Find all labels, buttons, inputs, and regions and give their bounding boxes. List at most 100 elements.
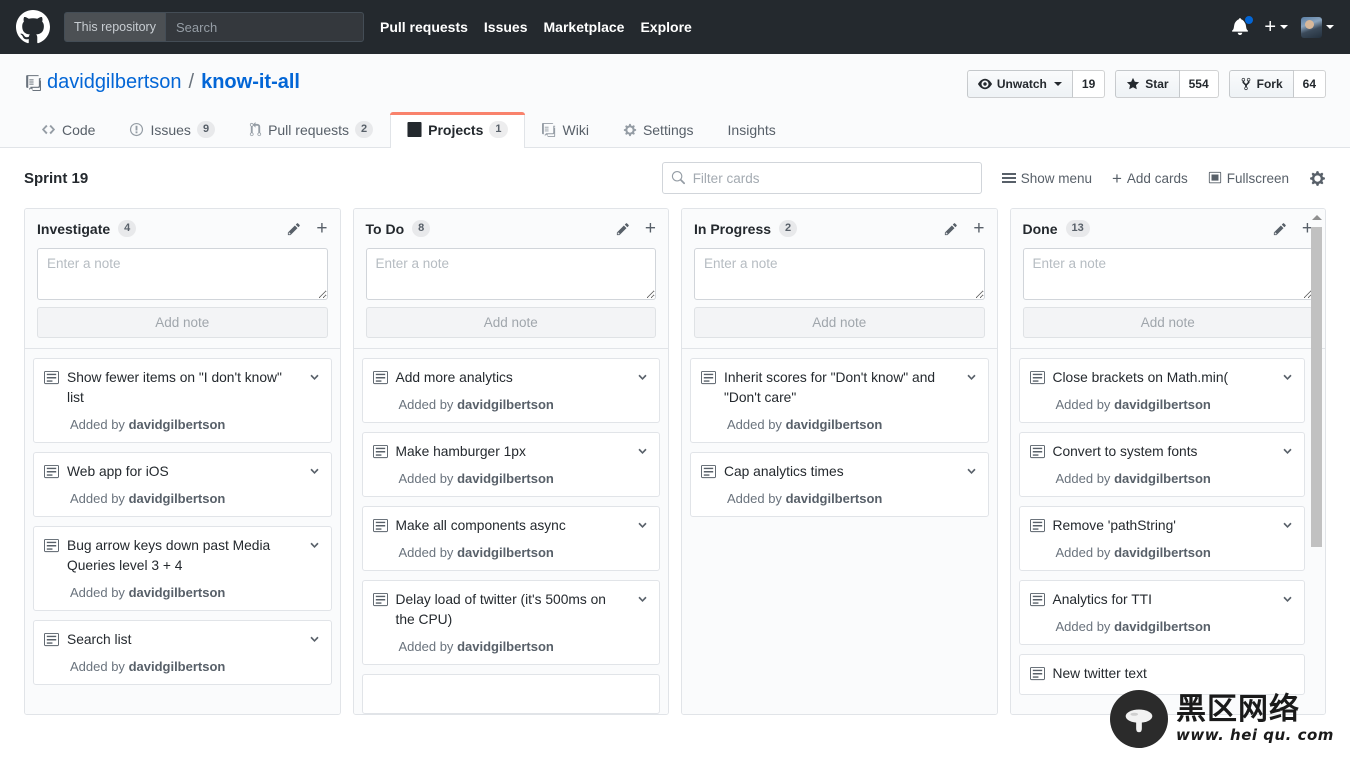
nav-issues[interactable]: Issues — [484, 19, 528, 35]
chevron-down-icon[interactable] — [636, 519, 649, 532]
board-card[interactable]: Cap analytics times Added by davidgilber… — [690, 452, 989, 517]
fullscreen-button[interactable]: Fullscreen — [1208, 171, 1289, 186]
chevron-down-icon[interactable] — [1281, 371, 1294, 384]
add-note-button[interactable]: Add note — [37, 307, 328, 338]
chevron-down-icon[interactable] — [1281, 445, 1294, 458]
column-card-list[interactable]: Show fewer items on "I don't know" list … — [25, 348, 340, 714]
account-menu[interactable] — [1301, 16, 1334, 38]
filter-cards-field[interactable] — [661, 162, 982, 194]
board-card[interactable]: New twitter text — [1018, 654, 1305, 695]
card-author: davidgilbertson — [785, 417, 883, 432]
chevron-down-icon[interactable] — [636, 593, 649, 606]
card-added-by-prefix: Added by — [1055, 545, 1111, 560]
note-input[interactable] — [37, 248, 328, 300]
column-card-list[interactable]: Inherit scores for "Don't know" and "Don… — [682, 348, 997, 714]
filter-cards-input[interactable] — [661, 162, 982, 194]
chevron-down-icon[interactable] — [308, 633, 321, 646]
chevron-down-icon[interactable] — [308, 539, 321, 552]
add-note-button[interactable]: Add note — [1022, 307, 1313, 338]
note-input[interactable] — [1022, 248, 1313, 300]
create-new-menu[interactable]: + — [1264, 17, 1288, 37]
chevron-down-icon[interactable] — [1281, 593, 1294, 606]
scrollbar-thumb[interactable] — [1311, 227, 1322, 547]
chevron-down-icon[interactable] — [1281, 519, 1294, 532]
global-search[interactable]: This repository — [64, 12, 364, 42]
repo-name-link[interactable]: know-it-all — [201, 70, 300, 95]
edit-column-button[interactable] — [944, 222, 958, 236]
column-scrollbar[interactable] — [1310, 213, 1323, 714]
chevron-down-icon[interactable] — [636, 371, 649, 384]
edit-column-button[interactable] — [616, 222, 630, 236]
tab-insights[interactable]: Insights — [711, 112, 799, 148]
scroll-up-arrow-icon[interactable] — [1311, 215, 1322, 220]
board-card[interactable]: Convert to system fonts Added by davidgi… — [1018, 432, 1305, 497]
column-card-list[interactable]: Close brackets on Math.min( Added by dav… — [1010, 348, 1325, 714]
github-mark-icon[interactable] — [16, 10, 50, 44]
tab-wiki[interactable]: Wiki — [525, 112, 606, 148]
star-button[interactable]: Star — [1115, 70, 1180, 98]
project-settings-button[interactable] — [1309, 170, 1326, 187]
nav-marketplace[interactable]: Marketplace — [544, 19, 625, 35]
fullscreen-label: Fullscreen — [1226, 170, 1289, 186]
column-header: Done 13 + Add note — [1010, 209, 1325, 348]
repo-owner-link[interactable]: davidgilbertson — [47, 70, 182, 95]
star-count[interactable]: 554 — [1179, 70, 1219, 98]
card-meta: Added by davidgilbertson — [70, 659, 321, 674]
search-input[interactable] — [165, 13, 363, 41]
card-title: Show fewer items on "I don't know" list — [67, 370, 282, 405]
board-card[interactable]: Remove 'pathString' Added by davidgilber… — [1018, 506, 1305, 571]
chevron-down-icon[interactable] — [636, 445, 649, 458]
repository-header: davidgilbertson / know-it-all Unwatch 19… — [0, 54, 1350, 148]
tab-pull-requests[interactable]: Pull requests 2 — [232, 112, 390, 148]
note-input[interactable] — [365, 248, 656, 300]
chevron-down-icon[interactable] — [308, 465, 321, 478]
board-card[interactable]: Show fewer items on "I don't know" list … — [33, 358, 332, 443]
nav-pull-requests[interactable]: Pull requests — [380, 19, 468, 35]
add-cards-button[interactable]: + Add cards — [1112, 170, 1188, 187]
board-card[interactable]: Analytics for TTI Added by davidgilberts… — [1018, 580, 1305, 645]
board-card[interactable]: Close brackets on Math.min( Added by dav… — [1018, 358, 1305, 423]
tab-issues[interactable]: Issues 9 — [112, 112, 232, 148]
board-card[interactable]: Make all components async Added by david… — [361, 506, 660, 571]
card-title: Remove 'pathString' — [1052, 518, 1176, 533]
nav-explore[interactable]: Explore — [640, 19, 691, 35]
board-card[interactable]: Search list Added by davidgilbertson — [33, 620, 332, 685]
board-card[interactable]: Add more analytics Added by davidgilbert… — [361, 358, 660, 423]
show-menu-button[interactable]: Show menu — [1001, 171, 1092, 186]
board-card[interactable] — [361, 674, 660, 714]
add-card-button[interactable]: + — [973, 219, 984, 238]
add-card-button[interactable]: + — [316, 219, 327, 238]
tab-settings[interactable]: Settings — [606, 112, 711, 148]
add-card-button[interactable]: + — [645, 219, 656, 238]
tab-pull-requests-count: 2 — [355, 121, 374, 138]
card-author: davidgilbertson — [128, 585, 226, 600]
repo-separator: / — [188, 71, 195, 93]
edit-column-button[interactable] — [1273, 222, 1287, 236]
notifications-button[interactable] — [1231, 15, 1255, 37]
tab-code[interactable]: Code — [24, 112, 112, 148]
board-card[interactable]: Web app for iOS Added by davidgilbertson — [33, 452, 332, 517]
card-added-by-prefix: Added by — [1055, 619, 1111, 634]
board-card[interactable]: Inherit scores for "Don't know" and "Don… — [690, 358, 989, 443]
card-author: davidgilbertson — [1114, 471, 1211, 486]
fork-count[interactable]: 64 — [1293, 70, 1326, 98]
note-input[interactable] — [694, 248, 985, 300]
chevron-down-icon[interactable] — [308, 371, 321, 384]
board-card[interactable]: Make hamburger 1px Added by davidgilbert… — [361, 432, 660, 497]
chevron-down-icon[interactable] — [965, 465, 978, 478]
fork-button[interactable]: Fork — [1228, 70, 1294, 98]
board-card[interactable]: Bug arrow keys down past Media Queries l… — [33, 526, 332, 611]
tab-projects[interactable]: Projects 1 — [390, 112, 525, 148]
note-card-icon — [44, 538, 59, 553]
card-added-by-prefix: Added by — [398, 639, 454, 654]
watch-count[interactable]: 19 — [1072, 70, 1106, 98]
card-added-by-prefix: Added by — [727, 491, 782, 506]
unwatch-button[interactable]: Unwatch — [966, 70, 1073, 98]
chevron-down-icon[interactable] — [965, 371, 978, 384]
add-note-button[interactable]: Add note — [694, 307, 985, 338]
board-card[interactable]: Delay load of twitter (it's 500ms on the… — [361, 580, 660, 665]
column-card-list[interactable]: Add more analytics Added by davidgilbert… — [353, 348, 668, 714]
column-header: In Progress 2 + Add note — [682, 209, 997, 348]
edit-column-button[interactable] — [287, 222, 301, 236]
add-note-button[interactable]: Add note — [365, 307, 656, 338]
